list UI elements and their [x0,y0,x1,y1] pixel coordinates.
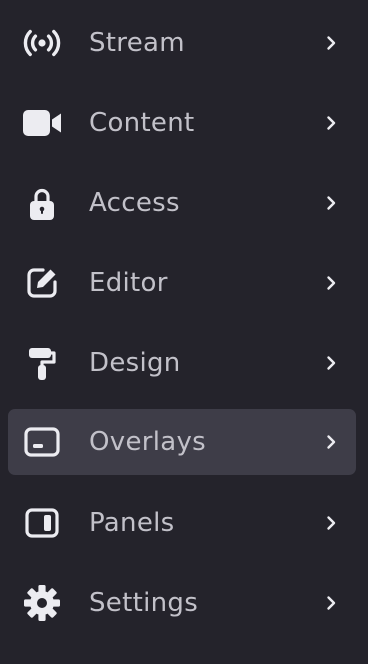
menu-item-editor[interactable]: Editor [8,250,356,316]
menu-item-settings[interactable]: Settings [8,570,356,636]
chevron-right-icon [322,114,340,132]
chevron-right-icon [322,274,340,292]
menu-item-label: Design [89,348,181,378]
menu-item-content[interactable]: Content [8,90,356,156]
chevron-right-icon [322,354,340,372]
panel-icon [22,503,62,543]
menu-item-access[interactable]: Access [8,170,356,236]
video-camera-icon [22,103,62,143]
menu-item-label: Content [89,108,195,138]
overlay-icon [22,422,62,462]
gear-icon [22,583,62,623]
menu-item-label: Settings [89,588,199,618]
paint-roller-icon [22,343,62,383]
broadcast-icon [22,23,62,63]
menu-item-label: Access [89,188,180,218]
menu-item-label: Editor [89,268,168,298]
menu-item-label: Panels [89,508,175,538]
menu-item-label: Overlays [89,427,207,457]
lock-icon [22,183,62,223]
edit-pencil-icon [22,263,62,303]
menu-item-stream[interactable]: Stream [8,10,356,76]
menu-item-overlays[interactable]: Overlays [8,409,356,475]
chevron-right-icon [322,433,340,451]
settings-menu: Stream Content Access Editor Design Over… [0,0,368,664]
chevron-right-icon [322,194,340,212]
menu-item-design[interactable]: Design [8,330,356,396]
menu-item-label: Stream [89,28,185,58]
chevron-right-icon [322,594,340,612]
chevron-right-icon [322,34,340,52]
menu-item-panels[interactable]: Panels [8,490,356,556]
chevron-right-icon [322,514,340,532]
